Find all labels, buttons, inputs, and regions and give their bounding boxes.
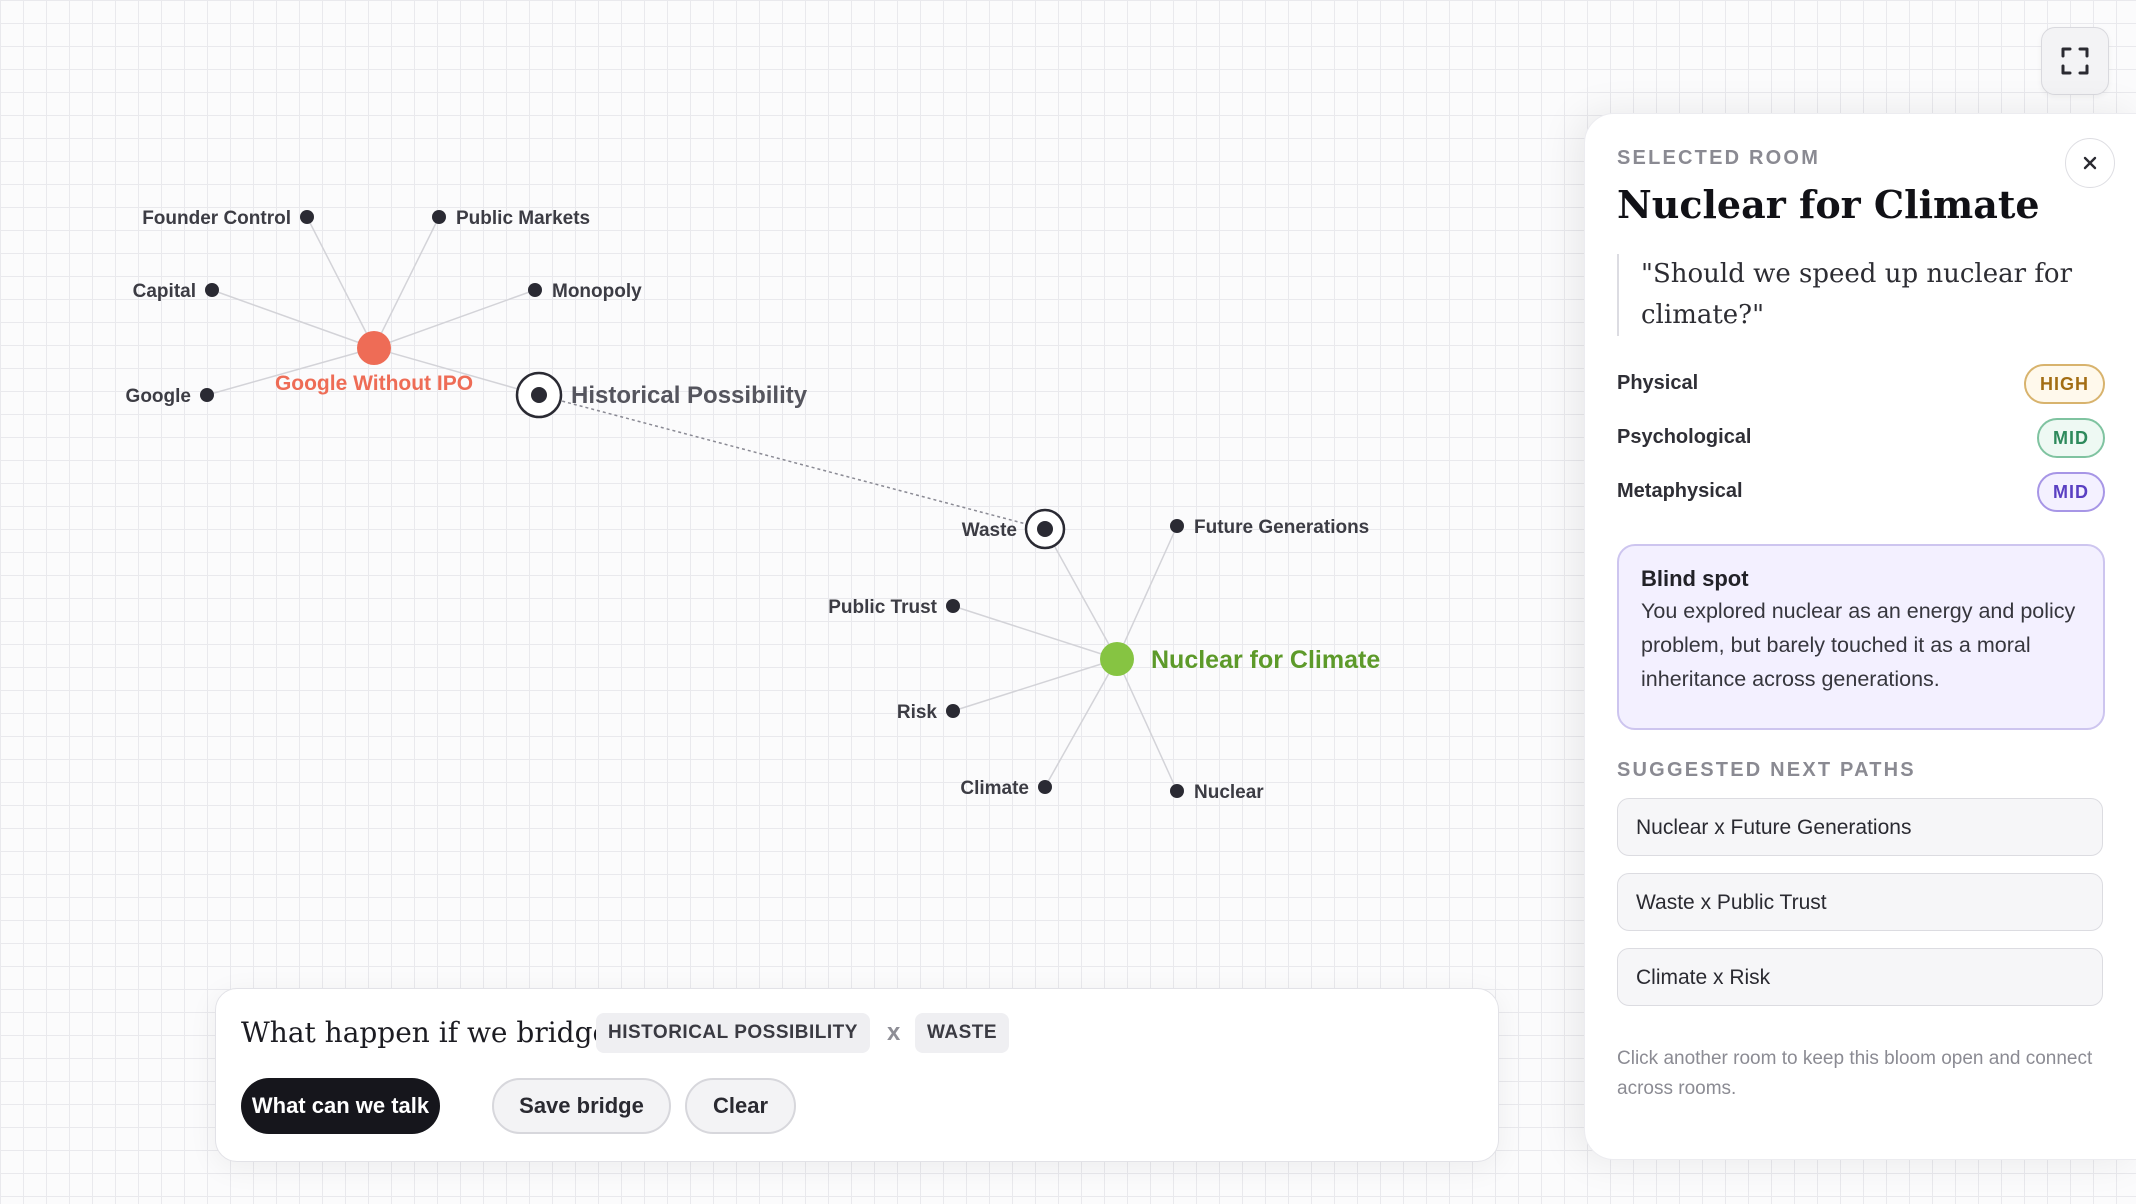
graph-node-google[interactable]: Google	[126, 386, 214, 407]
graph-node-historical-possibility[interactable]: Historical Possibility	[515, 371, 808, 419]
node-label: Risk	[897, 702, 938, 723]
room-label: Google Without IPO	[275, 372, 473, 395]
node-label: Historical Possibility	[571, 382, 808, 409]
graph-edges	[206, 216, 1178, 792]
room-node-google-without-ipo[interactable]: Google Without IPO	[275, 331, 473, 395]
node-dot	[528, 283, 542, 297]
node-dot	[946, 599, 960, 613]
node-dot	[946, 704, 960, 718]
node-dot	[432, 210, 446, 224]
graph-node-nuclear[interactable]: Nuclear	[1170, 782, 1264, 803]
graph-nodes: Founder Control Public Markets Capital Mono…	[126, 208, 1381, 803]
close-icon	[2083, 156, 2097, 170]
save-bridge-button[interactable]: Save bridge	[492, 1078, 671, 1134]
room-dot	[1100, 642, 1134, 676]
graph-edge	[211, 289, 375, 349]
room-node-nuclear-for-climate[interactable]: Nuclear for Climate	[1100, 642, 1380, 676]
suggested-path-button[interactable]: Nuclear x Future Generations	[1617, 798, 2103, 856]
dimension-psychological: Psychological MID	[1617, 418, 2105, 458]
fullscreen-button[interactable]	[2041, 27, 2109, 95]
bridge-from-chip[interactable]: HISTORICAL POSSIBILITY	[596, 1013, 870, 1053]
dimension-metaphysical: Metaphysical MID	[1617, 472, 2105, 512]
what-can-we-talk-button[interactable]: What can we talk	[241, 1078, 440, 1134]
graph-node-waste[interactable]: Waste	[962, 508, 1066, 550]
node-dot	[1170, 519, 1184, 533]
node-dot	[300, 210, 314, 224]
suggested-paths-eyebrow: SUGGESTED NEXT PATHS	[1617, 759, 1916, 781]
bridge-times: x	[887, 1019, 901, 1046]
node-label: Public Trust	[828, 597, 937, 618]
dimension-label: Psychological	[1617, 426, 1752, 448]
graph-node-public-trust[interactable]: Public Trust	[828, 597, 960, 618]
bridge-question: What happen if we bridge	[241, 1016, 610, 1049]
node-label: Capital	[133, 281, 196, 302]
level-badge: HIGH	[2024, 364, 2105, 404]
graph-edge	[1116, 658, 1178, 792]
graph-node-climate[interactable]: Climate	[960, 778, 1052, 799]
bridge-bar: What happen if we bridge HISTORICAL POSS…	[215, 988, 1499, 1162]
close-panel-button[interactable]	[2065, 138, 2115, 188]
node-label: Google	[126, 386, 191, 407]
level-badge: MID	[2037, 418, 2105, 458]
node-dot	[205, 283, 219, 297]
node-label: Waste	[962, 520, 1017, 541]
dimension-physical: Physical HIGH	[1617, 364, 2105, 404]
bridge-link	[538, 394, 1046, 530]
suggested-path-button[interactable]: Climate x Risk	[1617, 948, 2103, 1006]
node-dot	[1037, 521, 1053, 537]
graph-node-capital[interactable]: Capital	[133, 281, 219, 302]
room-title: Nuclear for Climate	[1617, 182, 2040, 227]
graph-node-founder-control[interactable]: Founder Control	[142, 208, 314, 229]
node-dot	[1170, 784, 1184, 798]
level-badge: MID	[2037, 472, 2105, 512]
blind-spot-text: You explored nuclear as an energy and po…	[1641, 599, 2076, 691]
graph-node-risk[interactable]: Risk	[897, 702, 960, 723]
node-dot	[531, 387, 547, 403]
graph-node-future-generations[interactable]: Future Generations	[1170, 517, 1369, 538]
panel-hint: Click another room to keep this bloom op…	[1617, 1048, 2093, 1099]
node-label: Founder Control	[142, 208, 291, 229]
node-dot	[200, 388, 214, 402]
room-dot	[357, 331, 391, 365]
blind-spot-card: Blind spot You explored nuclear as an en…	[1617, 544, 2105, 730]
room-label: Nuclear for Climate	[1151, 646, 1380, 674]
node-label: Public Markets	[456, 208, 590, 229]
dimension-label: Physical	[1617, 372, 1699, 394]
graph-node-public-markets[interactable]: Public Markets	[432, 208, 590, 229]
node-dot	[1038, 780, 1052, 794]
node-label: Future Generations	[1194, 517, 1369, 538]
clear-button[interactable]: Clear	[685, 1078, 796, 1134]
expand-icon	[2061, 47, 2089, 75]
room-question: "Should we speed up nuclear for climate?…	[1617, 254, 2081, 336]
suggested-path-button[interactable]: Waste x Public Trust	[1617, 873, 2103, 931]
selected-room-panel: SELECTED ROOM Nuclear for Climate "Shoul…	[1584, 113, 2136, 1160]
node-label: Nuclear	[1194, 782, 1264, 803]
selected-room-eyebrow: SELECTED ROOM	[1617, 147, 1821, 169]
blind-spot-title: Blind spot	[1641, 566, 1749, 591]
graph-node-monopoly[interactable]: Monopoly	[528, 281, 642, 302]
node-label: Monopoly	[552, 281, 642, 302]
node-label: Climate	[960, 778, 1029, 799]
graph-edge	[1116, 525, 1178, 660]
bridge-to-chip[interactable]: WASTE	[915, 1013, 1010, 1053]
dimension-label: Metaphysical	[1617, 480, 1743, 502]
